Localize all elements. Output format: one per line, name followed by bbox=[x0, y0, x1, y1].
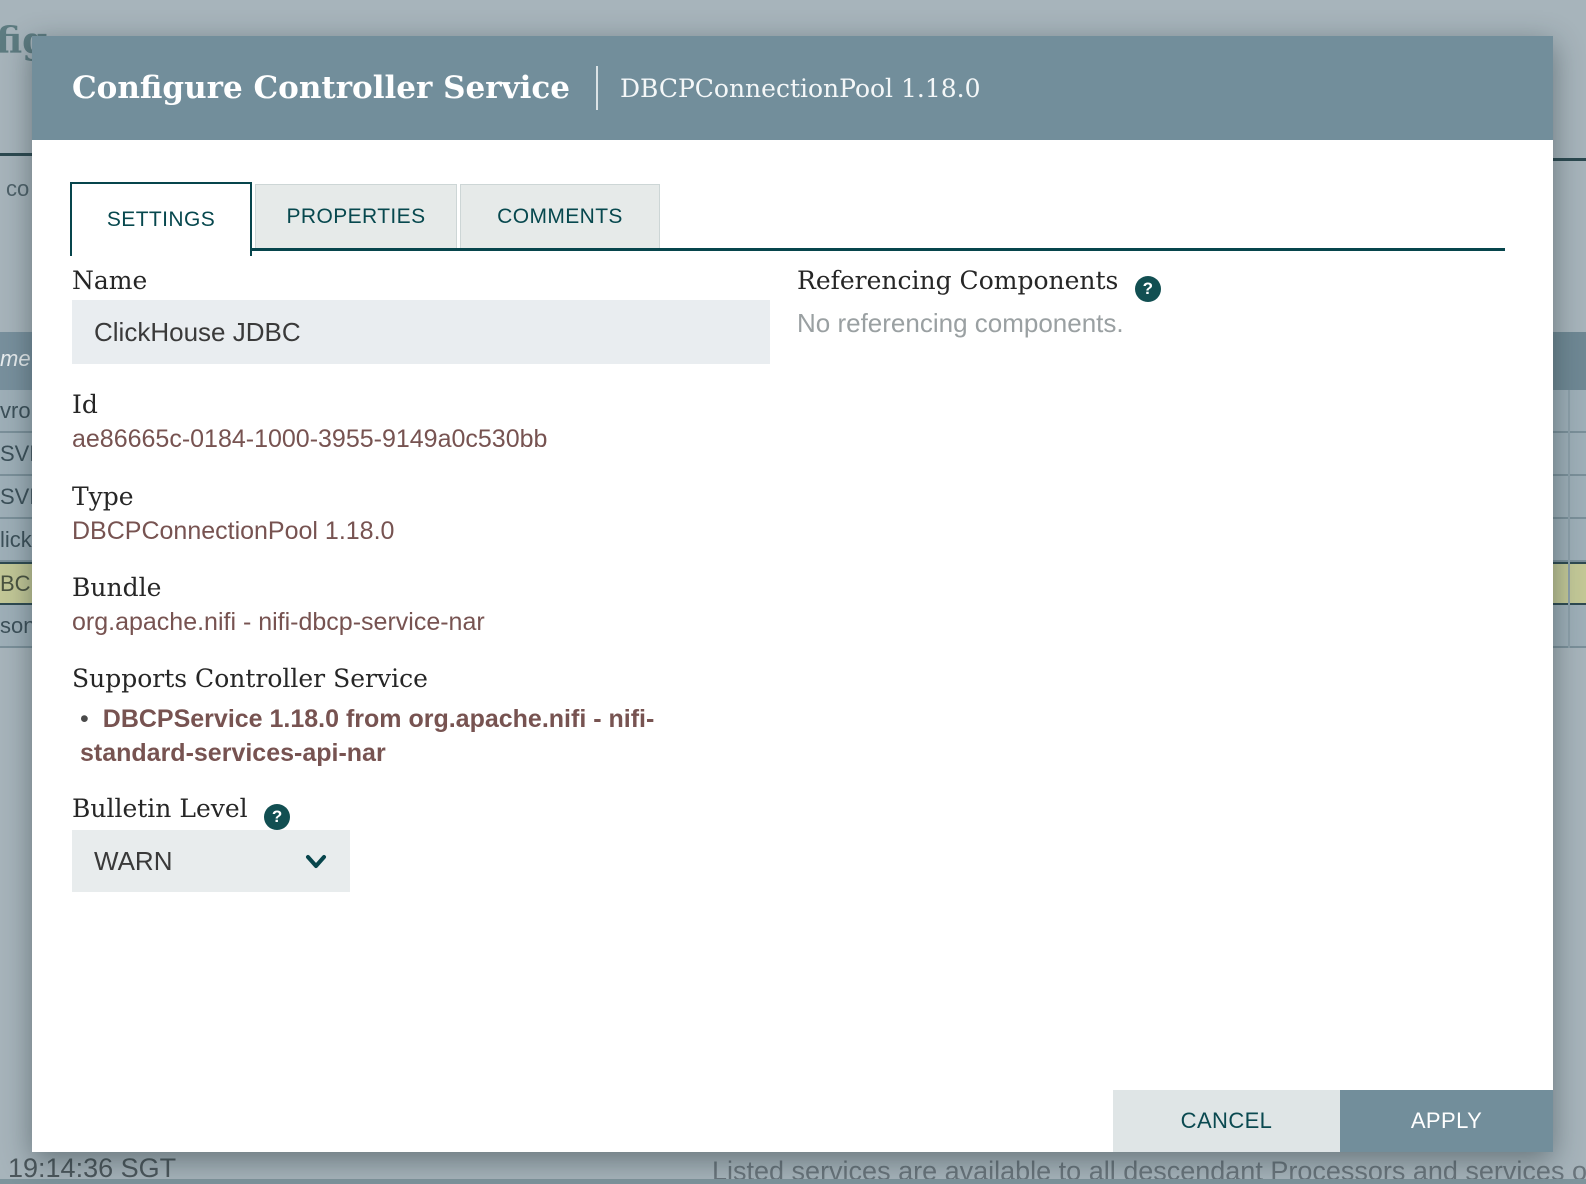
type-value: DBCPConnectionPool 1.18.0 bbox=[72, 517, 394, 546]
supported-service-text: DBCPService 1.18.0 from org.apache.nifi … bbox=[80, 705, 654, 767]
type-label: Type bbox=[72, 482, 134, 511]
id-value: ae86665c-0184-1000-3955-9149a0c530bb bbox=[72, 425, 547, 454]
background-divider-left bbox=[0, 153, 33, 156]
background-table-header: me bbox=[0, 332, 33, 390]
help-icon[interactable]: ? bbox=[1135, 276, 1161, 302]
dialog-footer: CANCEL APPLY bbox=[1113, 1090, 1553, 1152]
tab-comments[interactable]: COMMENTS bbox=[460, 184, 660, 250]
name-label: Name bbox=[72, 266, 147, 295]
supports-controller-service-label: Supports Controller Service bbox=[72, 664, 428, 693]
bulletin-level-value: WARN bbox=[94, 846, 302, 877]
tab-settings[interactable]: SETTINGS bbox=[70, 182, 252, 256]
background-table-header-right bbox=[1553, 332, 1586, 390]
table-row: vro bbox=[0, 390, 33, 433]
tab-properties[interactable]: PROPERTIES bbox=[255, 184, 457, 250]
supported-service-item: •DBCPService 1.18.0 from org.apache.nifi… bbox=[80, 702, 740, 770]
dialog-subtitle: DBCPConnectionPool 1.18.0 bbox=[620, 74, 981, 103]
id-label: Id bbox=[72, 390, 98, 419]
bullet-icon: • bbox=[80, 705, 89, 733]
background-table-rows-left: vro SVR SVR lick BCP son bbox=[0, 390, 33, 648]
background-bottom-edge bbox=[0, 1179, 1586, 1184]
bulletin-level-dropdown[interactable]: WARN bbox=[72, 830, 350, 892]
screen: fig co me vro SVR SVR lick BCP son 19:14… bbox=[0, 0, 1586, 1184]
table-row: SVR bbox=[0, 433, 33, 476]
apply-button[interactable]: APPLY bbox=[1340, 1090, 1553, 1152]
bulletin-level-label: Bulletin Level bbox=[72, 794, 248, 823]
dialog-header: Configure Controller Service DBCPConnect… bbox=[32, 36, 1553, 140]
bundle-value: org.apache.nifi - nifi-dbcp-service-nar bbox=[72, 608, 485, 637]
cancel-button[interactable]: CANCEL bbox=[1113, 1090, 1340, 1152]
configure-controller-service-dialog: Configure Controller Service DBCPConnect… bbox=[32, 36, 1553, 1152]
dialog-title: Configure Controller Service bbox=[72, 70, 570, 106]
background-table-header-label: me bbox=[0, 346, 31, 372]
bundle-label: Bundle bbox=[72, 573, 161, 602]
background-divider-right bbox=[1553, 158, 1586, 161]
help-icon[interactable]: ? bbox=[264, 804, 290, 830]
table-row: son bbox=[0, 605, 33, 648]
tabs-underline bbox=[70, 248, 1505, 251]
chevron-down-icon bbox=[302, 849, 330, 873]
title-separator bbox=[596, 66, 598, 110]
no-referencing-components-text: No referencing components. bbox=[797, 308, 1124, 339]
referencing-components-label: Referencing Components bbox=[797, 266, 1118, 295]
table-row-selected: BCP bbox=[0, 562, 33, 605]
table-row: SVR bbox=[0, 476, 33, 519]
table-row: lick bbox=[0, 519, 33, 562]
background-text-fragment: co bbox=[6, 176, 29, 202]
background-table-gridline bbox=[1568, 390, 1570, 648]
name-input[interactable] bbox=[72, 300, 770, 364]
